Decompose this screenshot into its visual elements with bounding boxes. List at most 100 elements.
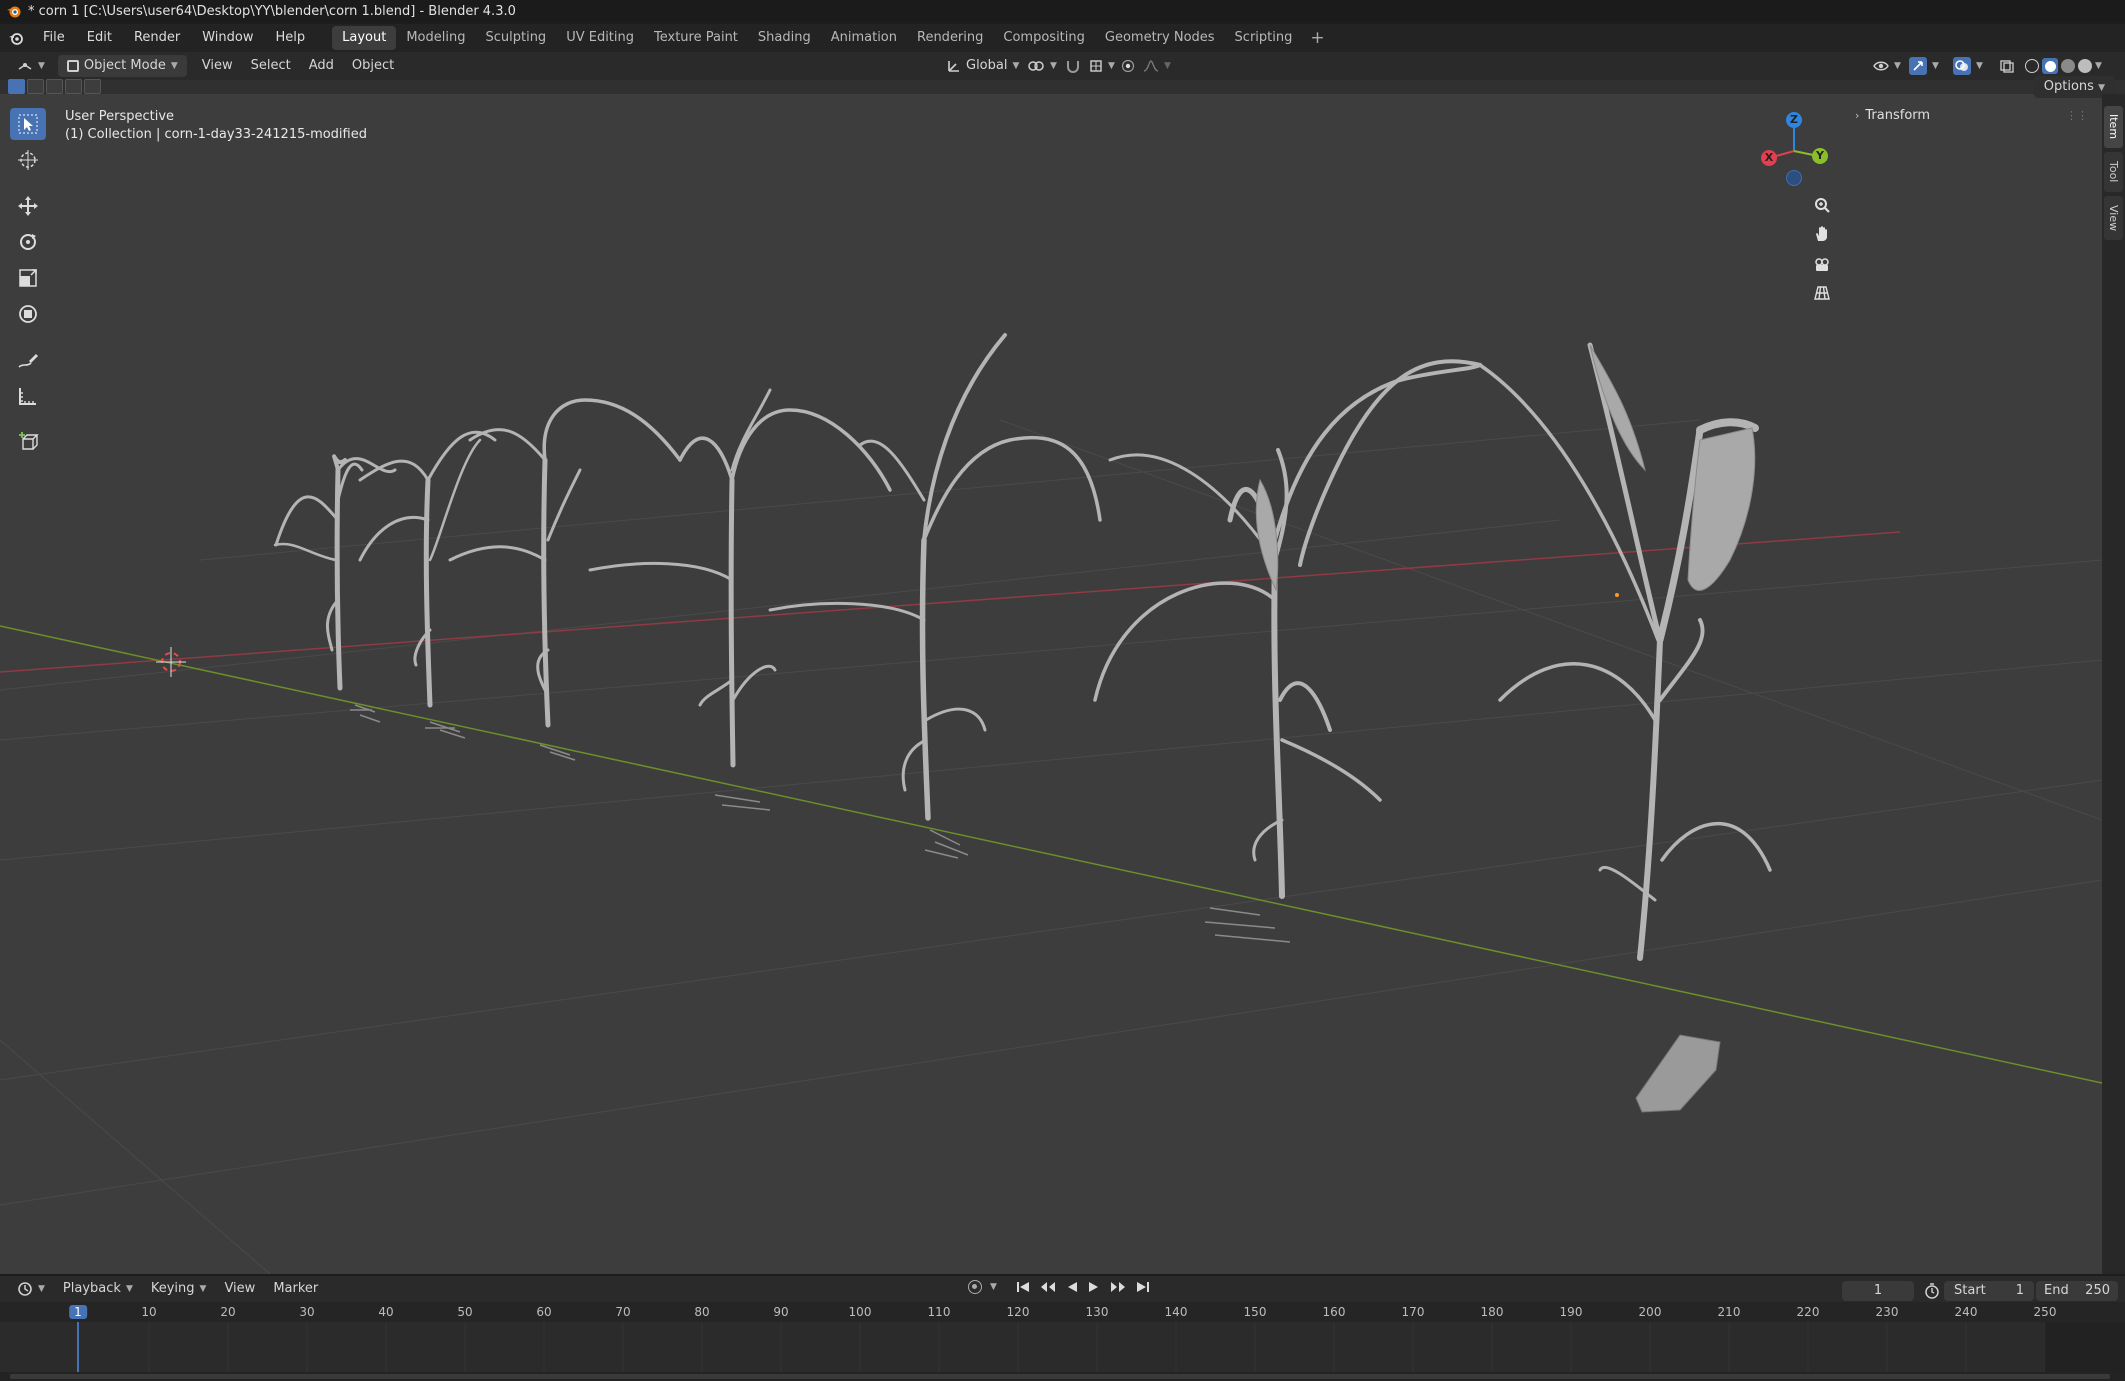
menu-playback-label: Playback <box>62 1281 121 1296</box>
transform-panel-header[interactable]: › Transform ⋮⋮ <box>1855 104 2100 126</box>
tab-uv-editing[interactable]: UV Editing <box>556 26 644 50</box>
play-reverse-icon[interactable] <box>1065 1280 1079 1294</box>
3d-viewport[interactable]: Z X Y <box>0 94 2102 1274</box>
sidebar-tab-item[interactable]: Item <box>2104 106 2123 148</box>
menu-edit[interactable]: Edit <box>76 26 123 50</box>
next-keyframe-icon[interactable] <box>1109 1280 1127 1294</box>
select-box-tool[interactable] <box>10 108 46 140</box>
tab-scripting[interactable]: Scripting <box>1225 26 1303 50</box>
camera-view-button[interactable] <box>1808 250 1836 278</box>
add-cube-tool[interactable] <box>10 426 46 458</box>
corn-plant-6[interactable] <box>1093 363 1482 899</box>
rendered-shading-icon[interactable] <box>2078 59 2092 73</box>
tab-modeling[interactable]: Modeling <box>396 26 475 50</box>
sidebar-tab-view[interactable]: View <box>2104 196 2123 240</box>
timeline-track-area[interactable] <box>0 1322 2125 1381</box>
playback-controls: ▼ <box>968 1280 1151 1294</box>
gizmo-x-axis[interactable]: X <box>1761 150 1777 166</box>
stopwatch-icon[interactable] <box>1924 1283 1940 1299</box>
ruler-label: 110 <box>927 1305 951 1319</box>
menu-marker[interactable]: Marker <box>264 1278 327 1300</box>
ruler-label: 90 <box>773 1305 789 1319</box>
window-titlebar: * corn 1 [C:\Users\user64\Desktop\YY\ble… <box>0 0 2125 22</box>
drag-handle-icon[interactable]: ⋮⋮ <box>2066 109 2088 122</box>
menu-object[interactable]: Object <box>343 55 403 77</box>
chevron-down-icon[interactable]: ▼ <box>2095 55 2102 77</box>
add-workspace-button[interactable]: + <box>1302 28 1332 48</box>
select-subtract-mode[interactable] <box>46 79 63 94</box>
navigation-gizmo[interactable]: Z X Y <box>1756 108 1828 188</box>
transform-tool[interactable] <box>10 298 46 330</box>
tab-animation[interactable]: Animation <box>821 26 907 50</box>
jump-start-icon[interactable] <box>1015 1280 1031 1294</box>
start-frame-field[interactable]: Start 1 <box>1944 1281 2034 1301</box>
tab-rendering[interactable]: Rendering <box>907 26 993 50</box>
annotate-tool[interactable] <box>10 344 46 376</box>
menu-add[interactable]: Add <box>300 55 343 77</box>
editor-type-button[interactable]: ▼ <box>8 55 54 77</box>
transform-orientation-select[interactable]: Global ▼ <box>938 55 1028 77</box>
perspective-toggle-button[interactable] <box>1808 279 1836 307</box>
menu-file[interactable]: File <box>32 26 76 50</box>
select-new-mode[interactable] <box>8 79 25 94</box>
scale-tool[interactable] <box>10 262 46 294</box>
menu-playback[interactable]: Playback ▼ <box>54 1278 142 1300</box>
tab-compositing[interactable]: Compositing <box>993 26 1095 50</box>
rotate-tool[interactable] <box>10 226 46 258</box>
select-intersect-mode[interactable] <box>84 79 101 94</box>
tab-geometry-nodes[interactable]: Geometry Nodes <box>1095 26 1225 50</box>
select-extend-mode[interactable] <box>27 79 44 94</box>
tab-shading[interactable]: Shading <box>748 26 821 50</box>
menu-window[interactable]: Window <box>191 26 264 50</box>
jump-end-icon[interactable] <box>1135 1280 1151 1294</box>
tab-sculpting[interactable]: Sculpting <box>475 26 556 50</box>
ruler-label: 200 <box>1638 1305 1662 1319</box>
end-frame-field[interactable]: End 250 <box>2036 1281 2118 1301</box>
viewport-info: User Perspective (1) Collection | corn-1… <box>65 108 367 144</box>
ruler-label[interactable]: 1 <box>69 1305 87 1319</box>
menu-render[interactable]: Render <box>123 26 191 50</box>
record-icon[interactable] <box>968 1280 982 1294</box>
chevron-down-icon[interactable]: ▼ <box>990 1282 997 1292</box>
gizmo-y-axis[interactable]: Y <box>1812 148 1828 164</box>
snap-grid-icon <box>1090 60 1102 72</box>
sidebar-tab-tool[interactable]: Tool <box>2104 152 2123 192</box>
prev-keyframe-icon[interactable] <box>1039 1280 1057 1294</box>
mode-select[interactable]: Object Mode ▼ <box>57 55 187 77</box>
gizmo-z-axis[interactable]: Z <box>1786 112 1802 128</box>
select-difference-mode[interactable] <box>65 79 82 94</box>
timeline-ruler[interactable]: 1 10 20 30 40 50 60 70 80 90 100 110 120… <box>0 1302 2125 1322</box>
tab-layout[interactable]: Layout <box>332 26 397 50</box>
corn-plant-7[interactable] <box>1298 342 1772 961</box>
play-icon[interactable] <box>1087 1280 1101 1294</box>
corn-plant-4[interactable] <box>588 388 892 768</box>
timeline-editor-type-button[interactable]: ▼ <box>8 1278 54 1300</box>
solid-shading-button[interactable] <box>2042 58 2058 74</box>
menu-select[interactable]: Select <box>242 55 300 77</box>
corn-plant-5[interactable] <box>768 333 1102 821</box>
material-shading-icon[interactable] <box>2061 59 2075 73</box>
move-tool[interactable] <box>10 190 46 222</box>
gizmos-toggle[interactable]: ▼ <box>1900 55 1948 77</box>
falloff-select[interactable]: ▼ <box>1134 55 1180 77</box>
start-frame-label: Start <box>1954 1283 1986 1298</box>
object-mode-icon <box>66 60 79 72</box>
tool-shelf <box>8 108 48 458</box>
menu-timeline-view[interactable]: View <box>215 1278 264 1300</box>
corn-plant-2[interactable] <box>358 430 497 708</box>
overlays-toggle[interactable]: ▼ <box>1944 55 1992 77</box>
cursor-tool[interactable] <box>10 144 46 176</box>
wireframe-shading-icon[interactable] <box>2025 59 2039 73</box>
current-frame-field[interactable]: 1 <box>1842 1281 1914 1301</box>
tab-texture-paint[interactable]: Texture Paint <box>644 26 748 50</box>
menu-keying[interactable]: Keying ▼ <box>142 1278 216 1300</box>
pan-button[interactable] <box>1808 220 1836 248</box>
3d-cursor-icon <box>18 150 38 170</box>
gizmo-neg-z-axis[interactable] <box>1786 170 1802 186</box>
menu-view[interactable]: View <box>193 55 242 77</box>
zoom-button[interactable] <box>1808 191 1836 219</box>
menu-help[interactable]: Help <box>265 26 317 50</box>
blender-logo-icon <box>7 6 21 18</box>
measure-tool[interactable] <box>10 380 46 412</box>
blender-menu-icon[interactable] <box>0 26 32 50</box>
